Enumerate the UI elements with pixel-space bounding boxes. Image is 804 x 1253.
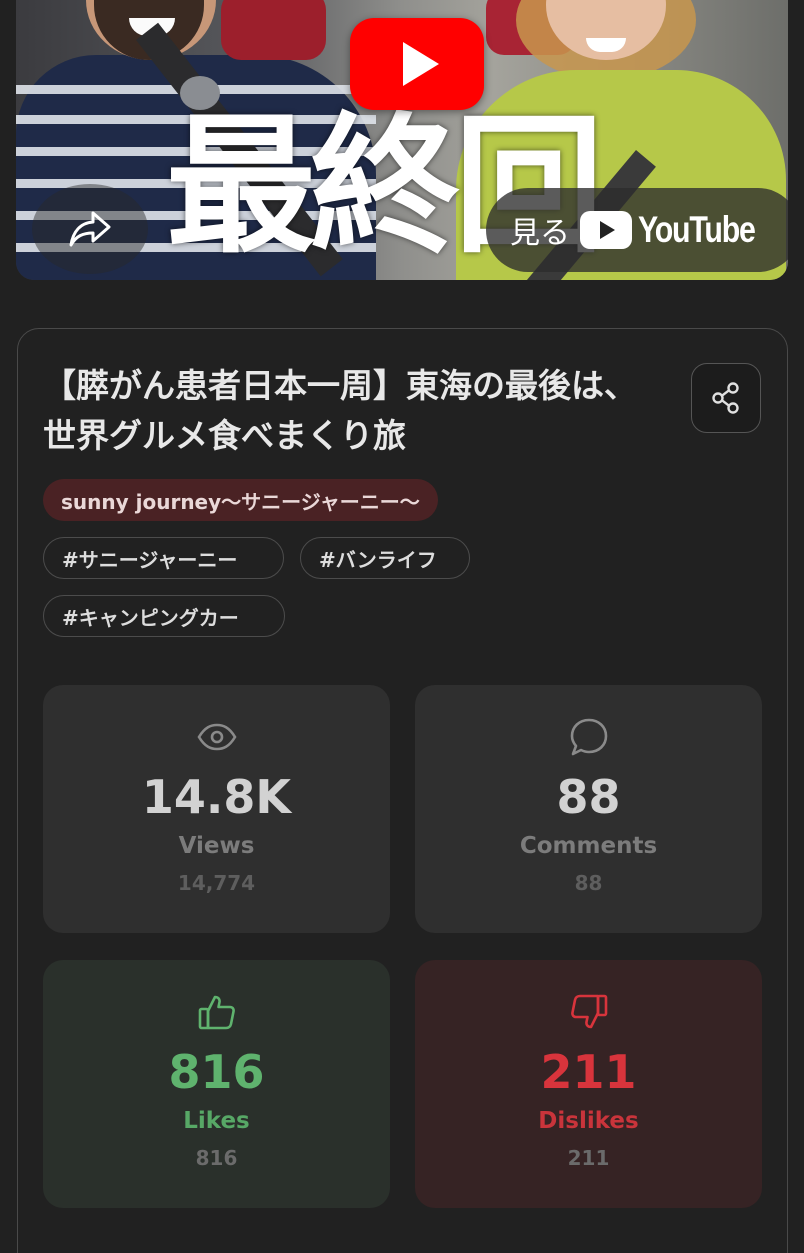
play-icon — [403, 42, 439, 86]
video-info-card: 【膵がん患者日本一周】東海の最後は、世界グルメ食べまくり旅 sunny jour… — [17, 328, 788, 1253]
likes-stat-card: 816 Likes 816 — [43, 960, 390, 1208]
share-arrow-icon — [69, 211, 111, 247]
video-title: 【膵がん患者日本一周】東海の最後は、世界グルメ食べまくり旅 — [43, 366, 637, 455]
share-button[interactable] — [691, 363, 761, 433]
tag-chip[interactable]: #キャンピングカー — [43, 595, 285, 637]
tag-chip[interactable]: #バンライフ — [300, 537, 470, 579]
player-share-button[interactable] — [32, 184, 148, 274]
video-stats-page: 最終回 見る YouTube 【膵がん患者日本一周】東海の最後は、世界グルメ食べ… — [0, 0, 804, 1253]
youtube-logo-icon — [580, 211, 632, 249]
watch-label: 見る — [510, 216, 570, 251]
comments-label: Comments — [519, 833, 658, 859]
play-button[interactable] — [350, 18, 484, 110]
views-exact: 14,774 — [177, 871, 256, 895]
thumbs-down-icon — [570, 994, 607, 1029]
share-icon — [712, 382, 739, 414]
video-player[interactable]: 最終回 見る YouTube — [16, 0, 788, 280]
watch-on-youtube-button[interactable]: 見る YouTube — [486, 188, 788, 272]
likes-label: Likes — [183, 1108, 250, 1134]
thumbs-up-icon — [198, 995, 235, 1030]
views-stat-card: 14.8K Views 14,774 — [43, 685, 390, 933]
dislikes-exact: 211 — [567, 1146, 610, 1170]
views-label: Views — [178, 833, 255, 859]
comments-stat-card: 88 Comments 88 — [415, 685, 762, 933]
youtube-wordmark: YouTube — [638, 209, 756, 250]
tag-chip[interactable]: #サニージャーニー — [43, 537, 284, 579]
dislikes-label: Dislikes — [538, 1108, 639, 1134]
dislikes-stat-card: 211 Dislikes 211 — [415, 960, 762, 1208]
channel-chip[interactable]: sunny journey〜サニージャーニー〜 — [43, 479, 438, 521]
likes-count: 816 — [168, 1045, 265, 1099]
comments-exact: 88 — [574, 871, 603, 895]
dislikes-count: 211 — [540, 1045, 637, 1099]
eye-icon — [196, 723, 237, 751]
likes-exact: 816 — [195, 1146, 238, 1170]
comments-count: 88 — [556, 770, 621, 824]
views-count: 14.8K — [141, 770, 292, 824]
speech-bubble-icon — [570, 718, 607, 756]
